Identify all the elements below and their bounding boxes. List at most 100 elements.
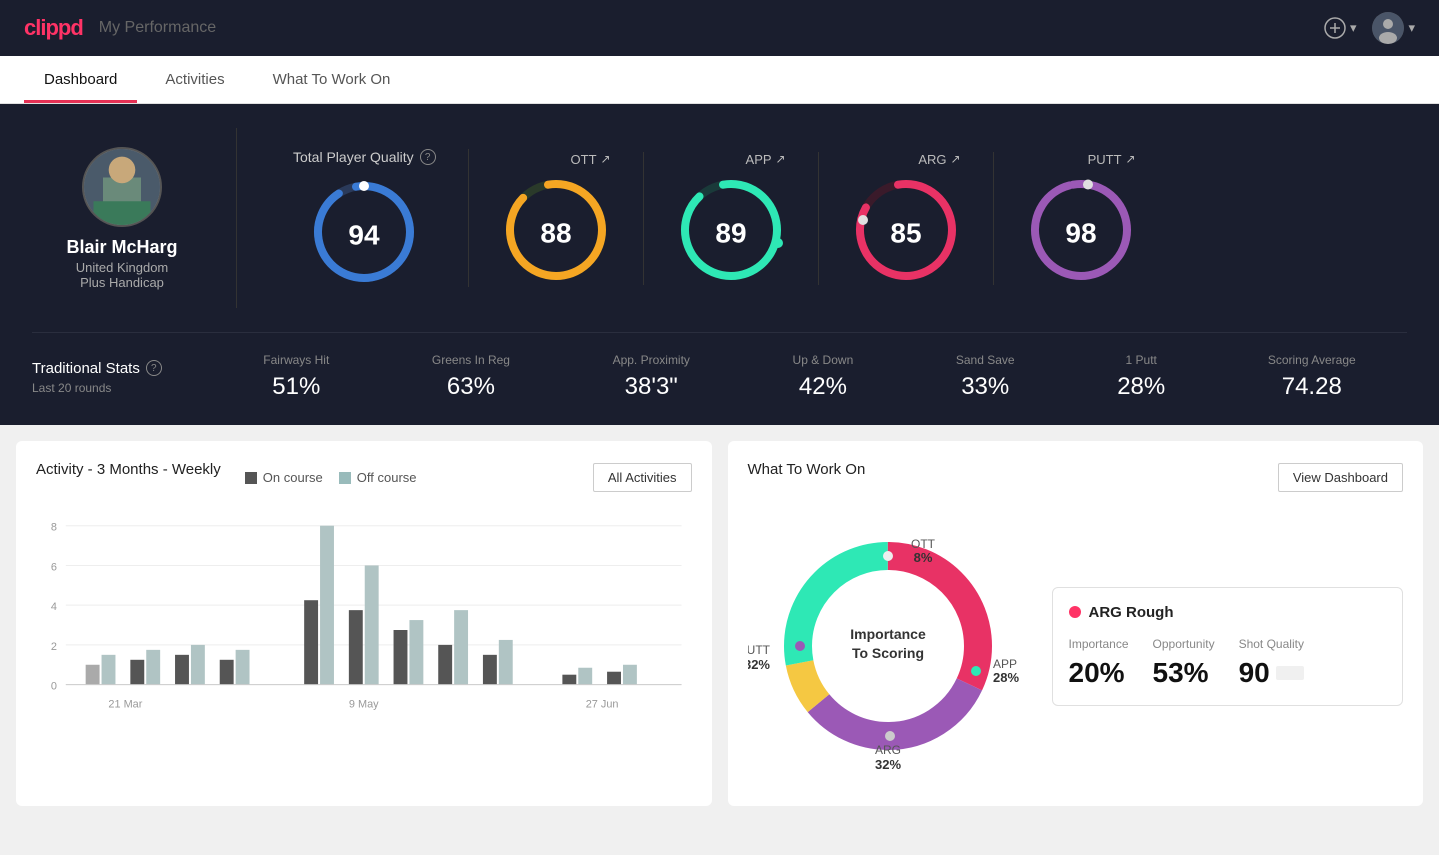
wtwo-metrics: Importance 20% Opportunity 53% Shot Qual… xyxy=(1069,637,1387,689)
svg-text:2: 2 xyxy=(51,641,57,653)
nav-tabs: Dashboard Activities What To Work On xyxy=(0,56,1439,104)
off-course-color xyxy=(339,472,351,484)
activity-header-left: Activity - 3 Months - Weekly On course O… xyxy=(36,461,417,494)
total-quality-gauge: Total Player Quality ? 94 xyxy=(261,149,469,287)
svg-text:89: 89 xyxy=(715,217,746,248)
user-menu[interactable]: ▾ xyxy=(1372,12,1415,44)
bar xyxy=(623,665,637,685)
tab-activities[interactable]: Activities xyxy=(145,59,244,103)
total-quality-label: Total Player Quality ? xyxy=(293,149,436,165)
app-gauge: APP ↗ 89 xyxy=(644,152,819,285)
svg-text:27 Jun: 27 Jun xyxy=(586,698,619,710)
bar xyxy=(86,665,100,685)
greens-in-reg-value: 63% xyxy=(447,373,495,401)
shot-quality-label: Shot Quality xyxy=(1239,637,1304,651)
plus-circle-icon xyxy=(1324,17,1346,39)
trad-stats: Fairways Hit 51% Greens In Reg 63% App. … xyxy=(212,353,1407,401)
player-info: Blair McHarg United Kingdom Plus Handica… xyxy=(32,147,212,290)
view-dashboard-button[interactable]: View Dashboard xyxy=(1278,463,1403,492)
bar xyxy=(146,650,160,685)
quality-section: Total Player Quality ? 94 OTT ↗ xyxy=(261,149,1407,287)
one-putt: 1 Putt 28% xyxy=(1117,353,1165,401)
app-arrow: ↗ xyxy=(776,152,786,166)
sand-save-value: 33% xyxy=(961,373,1009,401)
player-quality-row: Blair McHarg United Kingdom Plus Handica… xyxy=(32,128,1407,308)
putt-arrow: ↗ xyxy=(1126,152,1136,166)
wtwo-title: What To Work On xyxy=(748,461,866,478)
svg-text:8: 8 xyxy=(51,522,57,534)
trad-sublabel: Last 20 rounds xyxy=(32,381,212,395)
activity-chart-title: Activity - 3 Months - Weekly xyxy=(36,461,221,478)
fairways-hit: Fairways Hit 51% xyxy=(263,353,329,401)
bar xyxy=(320,526,334,685)
bottom-panels: Activity - 3 Months - Weekly On course O… xyxy=(0,425,1439,822)
svg-text:94: 94 xyxy=(349,220,381,251)
bar-chart-svg: 8 6 4 2 0 xyxy=(36,510,692,750)
svg-text:32%: 32% xyxy=(748,657,770,672)
opportunity-value: 53% xyxy=(1153,657,1215,689)
activity-chart-panel: Activity - 3 Months - Weekly On course O… xyxy=(16,441,712,806)
putt-gauge: PUTT ↗ 98 xyxy=(994,152,1168,285)
tab-dashboard[interactable]: Dashboard xyxy=(24,59,137,103)
bar xyxy=(175,655,189,685)
bar xyxy=(409,620,423,685)
svg-text:85: 85 xyxy=(890,217,921,248)
activity-header: Activity - 3 Months - Weekly On course O… xyxy=(36,461,692,494)
total-quality-svg: 94 xyxy=(309,177,419,287)
what-to-work-on-panel: What To Work On View Dashboard Importanc xyxy=(728,441,1424,806)
add-button[interactable]: ▾ xyxy=(1324,17,1357,39)
trad-help-icon[interactable]: ? xyxy=(146,360,162,376)
app-proximity-value: 38'3" xyxy=(625,373,678,401)
logo-text: clippd xyxy=(24,15,83,41)
shot-quality-bar xyxy=(1276,666,1304,680)
logo: clippd xyxy=(24,15,83,41)
bar xyxy=(365,565,379,684)
bar xyxy=(304,600,318,684)
bar xyxy=(236,650,250,685)
divider xyxy=(236,128,237,308)
app-proximity-label: App. Proximity xyxy=(613,353,690,367)
one-putt-value: 28% xyxy=(1117,373,1165,401)
bar xyxy=(562,675,576,685)
svg-text:9 May: 9 May xyxy=(349,698,379,710)
all-activities-button[interactable]: All Activities xyxy=(593,463,692,492)
svg-text:ARG: ARG xyxy=(874,743,900,757)
traditional-stats-row: Traditional Stats ? Last 20 rounds Fairw… xyxy=(32,332,1407,401)
bar xyxy=(607,672,621,685)
player-avatar xyxy=(82,147,162,227)
bar xyxy=(130,660,144,685)
opportunity-metric: Opportunity 53% xyxy=(1153,637,1215,689)
app-label: APP ↗ xyxy=(746,152,786,167)
opportunity-label: Opportunity xyxy=(1153,637,1215,651)
scoring-average: Scoring Average 74.28 xyxy=(1268,353,1356,401)
arg-label: ARG ↗ xyxy=(918,152,960,167)
stats-banner: Blair McHarg United Kingdom Plus Handica… xyxy=(0,104,1439,425)
avatar xyxy=(1372,12,1404,44)
ott-arrow: ↗ xyxy=(601,152,611,166)
importance-value: 20% xyxy=(1069,657,1129,689)
ott-gauge: OTT ↗ 88 xyxy=(469,152,644,285)
on-course-color xyxy=(245,472,257,484)
user-avatar-icon xyxy=(1372,12,1404,44)
help-icon[interactable]: ? xyxy=(420,149,436,165)
ott-svg: 88 xyxy=(501,175,611,285)
svg-text:APP: APP xyxy=(993,657,1017,671)
legend-off-course: Off course xyxy=(339,470,417,485)
one-putt-label: 1 Putt xyxy=(1126,353,1157,367)
bar xyxy=(578,668,592,685)
greens-in-reg: Greens In Reg 63% xyxy=(432,353,510,401)
shot-quality-value: 90 xyxy=(1239,657,1304,689)
tab-what-to-work-on[interactable]: What To Work On xyxy=(253,59,411,103)
up-and-down-label: Up & Down xyxy=(793,353,854,367)
arg-svg: 85 xyxy=(851,175,961,285)
scoring-average-label: Scoring Average xyxy=(1268,353,1356,367)
fairways-hit-label: Fairways Hit xyxy=(263,353,329,367)
putt-svg: 98 xyxy=(1026,175,1136,285)
bar xyxy=(394,630,408,685)
svg-text:To Scoring: To Scoring xyxy=(851,645,923,661)
app-proximity: App. Proximity 38'3" xyxy=(613,353,690,401)
bar xyxy=(191,645,205,685)
player-handicap: Plus Handicap xyxy=(80,275,164,290)
bar xyxy=(499,640,513,685)
ott-label: OTT ↗ xyxy=(571,152,611,167)
